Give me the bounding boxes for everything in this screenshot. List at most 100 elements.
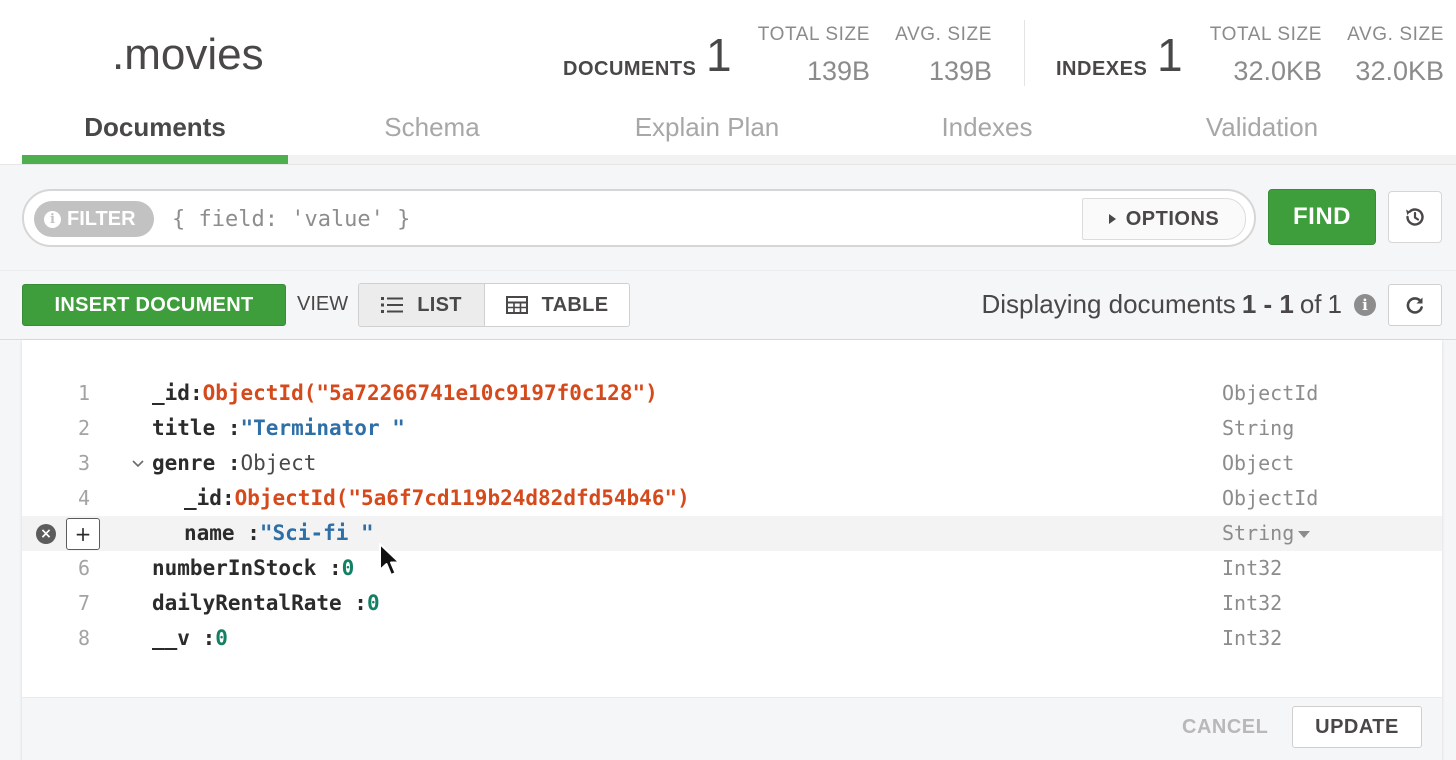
field-key-genre-id[interactable]: _id:ObjectId("5a6f7cd119b24d82dfd54b46") [184, 486, 690, 510]
field-key-text: genre [152, 451, 216, 475]
filter-input[interactable] [172, 201, 1072, 237]
field-value[interactable]: ObjectId("5a6f7cd119b24d82dfd54b46") [235, 486, 690, 510]
field-type[interactable]: ObjectId [1222, 381, 1318, 405]
field-type[interactable]: Int32 [1222, 556, 1282, 580]
indexes-avg-size: AVG. SIZE 32.0KB [1336, 24, 1444, 87]
field-value[interactable]: 0 [367, 591, 380, 615]
info-icon[interactable]: i [1354, 293, 1376, 316]
documents-avg-size-value: 139B [928, 56, 992, 86]
list-icon [381, 297, 404, 313]
indexes-count: 1 [1157, 29, 1183, 81]
documents-total-size-label: TOTAL SIZE [757, 24, 870, 45]
field-separator: : [189, 626, 216, 650]
field-type-label: ObjectId [1222, 381, 1319, 405]
field-type-label: ObjectId [1222, 486, 1319, 510]
field-value[interactable]: "Sci-fi " [260, 521, 374, 545]
indexes-avg-size-label: AVG. SIZE [1347, 24, 1444, 45]
field-separator: : [316, 556, 342, 580]
list-view-label: LIST [417, 293, 462, 316]
line-number: 2 [77, 416, 90, 440]
document-field-row[interactable]: 2 title :"Terminator " String [22, 411, 1442, 446]
field-key-text: numberInStock [152, 556, 317, 580]
refresh-button[interactable] [1388, 284, 1442, 326]
documents-total-size: TOTAL SIZE 139B [756, 24, 870, 87]
document-field-row[interactable]: 7 dailyRentalRate :0 Int32 [22, 586, 1442, 621]
field-key-text: title [152, 416, 216, 440]
list-view-button[interactable]: LIST [359, 284, 485, 326]
document-field-row[interactable]: 8 __v :0 Int32 [22, 621, 1442, 656]
field-type-label: String [1222, 521, 1295, 545]
indexes-label: INDEXES [1056, 58, 1148, 80]
line-number: 1 [77, 381, 90, 405]
line-number: 6 [77, 556, 90, 580]
field-key-text: __v [152, 626, 190, 650]
field-type-label: Int32 [1222, 591, 1283, 615]
history-icon [1406, 208, 1424, 226]
delete-field-icon[interactable]: × [36, 524, 56, 544]
line-number: 7 [77, 591, 90, 615]
add-field-button[interactable]: + [66, 518, 100, 550]
field-key-text: _id [152, 381, 190, 405]
query-area: i FILTER OPTIONS FIND [0, 164, 1456, 270]
documents-total-size-value: 139B [806, 56, 870, 86]
field-type-label: String [1222, 416, 1295, 440]
document-field-row-hovered[interactable]: × + name :"Sci-fi " String [22, 516, 1442, 551]
document-field-row[interactable]: 4 _id:ObjectId("5a6f7cd119b24d82dfd54b46… [22, 481, 1442, 516]
info-icon: i [44, 210, 61, 228]
history-button[interactable] [1388, 191, 1442, 243]
documents-avg-size: AVG. SIZE 139B [890, 24, 992, 87]
field-separator: : [215, 451, 241, 475]
caret-right-icon [1108, 214, 1116, 224]
document-field-row[interactable]: 6 numberInStock :0 Int32 [22, 551, 1442, 586]
field-key-name[interactable]: name :"Sci-fi " [184, 521, 374, 545]
cancel-button[interactable]: CANCEL [1182, 716, 1268, 739]
field-type[interactable]: Object [1222, 451, 1294, 475]
field-separator: : [215, 416, 241, 440]
field-key-daily-rental-rate[interactable]: dailyRentalRate :0 [152, 591, 380, 615]
field-type-label: Int32 [1222, 626, 1283, 650]
view-label: VIEW [297, 293, 349, 315]
field-type-label: Object [1222, 451, 1295, 475]
document-field-row[interactable]: 3 genre :Object Object [22, 446, 1442, 481]
line-number: 3 [77, 451, 90, 475]
line-number: 8 [77, 626, 90, 650]
field-value[interactable]: ObjectId("5a72266741e10c9197f0c128") [203, 381, 658, 405]
indexes-total-size: TOTAL SIZE 32.0KB [1204, 24, 1322, 87]
table-view-label: TABLE [541, 293, 609, 316]
field-value[interactable]: "Terminator " [241, 416, 405, 440]
pagination-summary: Displaying documents 1 - 1 of 1 i [981, 289, 1376, 320]
line-number: 4 [77, 486, 90, 510]
field-key-version[interactable]: __v :0 [152, 626, 228, 650]
find-button[interactable]: FIND [1268, 189, 1376, 245]
table-view-button[interactable]: TABLE [485, 284, 629, 326]
insert-document-button[interactable]: INSERT DOCUMENT [22, 284, 286, 326]
field-value[interactable]: 0 [215, 626, 228, 650]
field-key-title[interactable]: title :"Terminator " [152, 416, 405, 440]
documents-count: 1 [706, 29, 732, 81]
field-type-dropdown[interactable]: String [1222, 521, 1311, 545]
field-key-id[interactable]: _id:ObjectId("5a72266741e10c9197f0c128") [152, 381, 658, 405]
field-type[interactable]: Int32 [1222, 626, 1282, 650]
indexes-total-size-value: 32.0KB [1233, 56, 1322, 86]
field-separator: : [221, 486, 235, 510]
query-bar: i FILTER OPTIONS [22, 189, 1256, 247]
indexes-avg-size-value: 32.0KB [1355, 56, 1444, 86]
displaying-total: 1 [1327, 289, 1342, 319]
options-button[interactable]: OPTIONS [1082, 198, 1246, 240]
field-key-genre[interactable]: genre :Object [152, 451, 316, 475]
field-type[interactable]: String [1222, 416, 1294, 440]
field-key-number-in-stock[interactable]: numberInStock :0 [152, 556, 354, 580]
chevron-down-icon[interactable] [132, 459, 144, 469]
caret-down-icon [1298, 530, 1311, 538]
field-value[interactable]: 0 [342, 556, 355, 580]
options-label: OPTIONS [1125, 207, 1220, 230]
document-field-row[interactable]: 1 _id:ObjectId("5a72266741e10c9197f0c128… [22, 376, 1442, 411]
mouse-pointer-icon [379, 543, 401, 576]
update-button[interactable]: UPDATE [1292, 706, 1422, 748]
field-type[interactable]: ObjectId [1222, 486, 1318, 510]
filter-pill: i FILTER [34, 201, 154, 237]
field-type[interactable]: Int32 [1222, 591, 1282, 615]
field-value: Object [240, 451, 317, 475]
field-separator: : [341, 591, 367, 615]
collection-header: .movies DOCUMENTS 1 TOTAL SIZE 139B AVG.… [0, 0, 1456, 100]
